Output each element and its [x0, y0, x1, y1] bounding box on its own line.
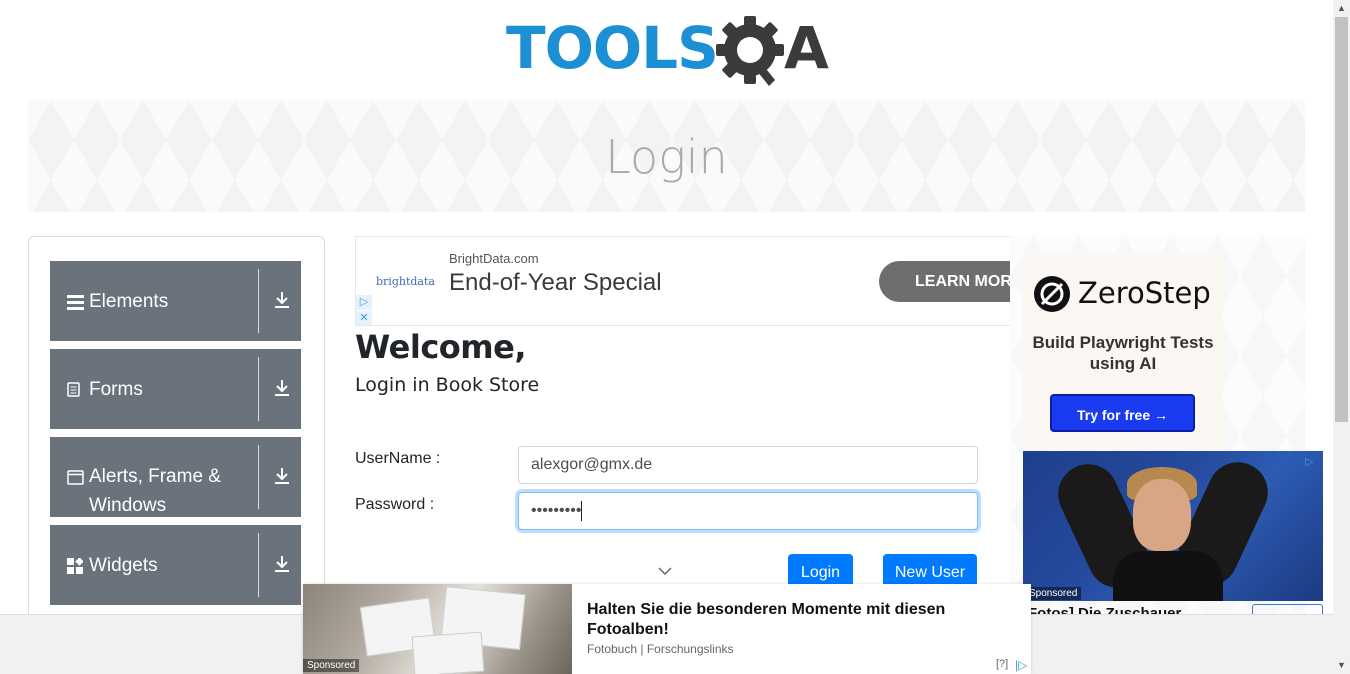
top-ad-banner[interactable]: brightdata BrightData.com End-of-Year Sp… — [355, 236, 1010, 326]
ad-brand-logo: brightdata — [376, 275, 435, 288]
photo-body — [1113, 551, 1223, 601]
window-icon — [67, 470, 84, 485]
sidebar-group-label: Forms — [89, 379, 143, 400]
divider — [258, 269, 259, 333]
menu-lines-icon — [67, 295, 84, 310]
username-input[interactable]: alexgor@gmx.de — [518, 446, 978, 484]
sidebar-group-label: Widgets — [89, 555, 158, 576]
site-logo[interactable]: TOOLS A — [506, 14, 830, 90]
login-subheading: Login in Book Store — [355, 374, 540, 396]
download-icon — [275, 468, 289, 484]
bottom-ad-title: Halten Sie die besonderen Momente mit di… — [587, 601, 946, 638]
download-icon — [275, 380, 289, 396]
welcome-heading: Welcome, — [355, 328, 526, 366]
ad-help-link[interactable]: [?] — [996, 658, 1008, 670]
zerostep-tagline: Build Playwright Tests using AI — [1032, 333, 1214, 373]
bottom-ad[interactable]: Sponsored Halten Sie die besonderen Mome… — [303, 584, 1031, 674]
sponsored-tag: Sponsored — [1025, 587, 1082, 600]
bottom-ad-subtitle: Fotobuch | Forschungslinks — [587, 642, 734, 656]
album-page — [411, 631, 485, 674]
download-icon — [275, 292, 289, 308]
download-icon — [275, 556, 289, 572]
adchoices-icon[interactable]: ▷ — [356, 295, 372, 310]
sidebar-group-label: Alerts, Frame & Windows — [89, 466, 221, 516]
password-input[interactable]: ••••••••• — [518, 492, 978, 530]
password-value: ••••••••• — [531, 502, 582, 519]
logo-suffix: A — [784, 14, 829, 82]
learn-more-button[interactable]: LEARN MORE — [879, 261, 1010, 302]
sidebar-group-elements[interactable]: Elements — [50, 261, 301, 341]
ad-headline: End-of-Year Special — [449, 269, 662, 296]
sponsored-tag: Sponsored — [303, 659, 360, 672]
password-label: Password : — [355, 496, 435, 513]
ad-marks: ▷ ✕ — [356, 295, 372, 325]
vertical-scrollbar[interactable]: ▲ ▼ — [1333, 0, 1350, 674]
sidebar-group-widgets[interactable]: Widgets — [50, 525, 301, 605]
divider — [258, 357, 259, 421]
zerostep-logo-icon — [1034, 276, 1070, 312]
page-title: Login — [605, 130, 728, 184]
scroll-down-arrow-icon[interactable]: ▼ — [1337, 660, 1346, 670]
photo-face — [1133, 479, 1191, 551]
ad-domain: BrightData.com — [449, 251, 539, 266]
athlete-photo-ad[interactable]: Sponsored — [1023, 451, 1323, 601]
logo-text: TOOLS — [506, 14, 719, 82]
sidebar-group-alerts[interactable]: Alerts, Frame & Windows — [50, 437, 301, 517]
zerostep-ad[interactable]: ZeroStep Build Playwright Tests using AI… — [1023, 252, 1223, 450]
username-label: UserName : — [355, 450, 441, 467]
adchoices-icon[interactable]: ▷ — [1305, 455, 1313, 468]
gear-magnifier-icon — [716, 16, 784, 86]
divider — [258, 445, 259, 509]
try-for-free-button[interactable]: Try for free → — [1050, 394, 1195, 432]
photo-album-image: Sponsored — [303, 584, 572, 674]
close-ad-icon[interactable]: ✕ — [356, 311, 372, 325]
zerostep-brand: ZeroStep — [1078, 276, 1211, 310]
left-sidebar: Elements Forms Alerts, Frame & Windows W… — [28, 236, 325, 636]
sidebar-group-forms[interactable]: Forms — [50, 349, 301, 429]
sidebar-group-label: Elements — [89, 291, 169, 312]
scroll-thumb[interactable] — [1335, 17, 1348, 422]
document-icon — [67, 382, 80, 397]
widgets-icon — [67, 558, 83, 574]
divider — [258, 533, 259, 597]
page-banner: Login — [28, 100, 1305, 212]
scroll-up-arrow-icon[interactable]: ▲ — [1337, 3, 1346, 13]
chevron-down-icon — [658, 567, 672, 576]
adchoices-icon[interactable]: |▷ — [1015, 658, 1027, 672]
